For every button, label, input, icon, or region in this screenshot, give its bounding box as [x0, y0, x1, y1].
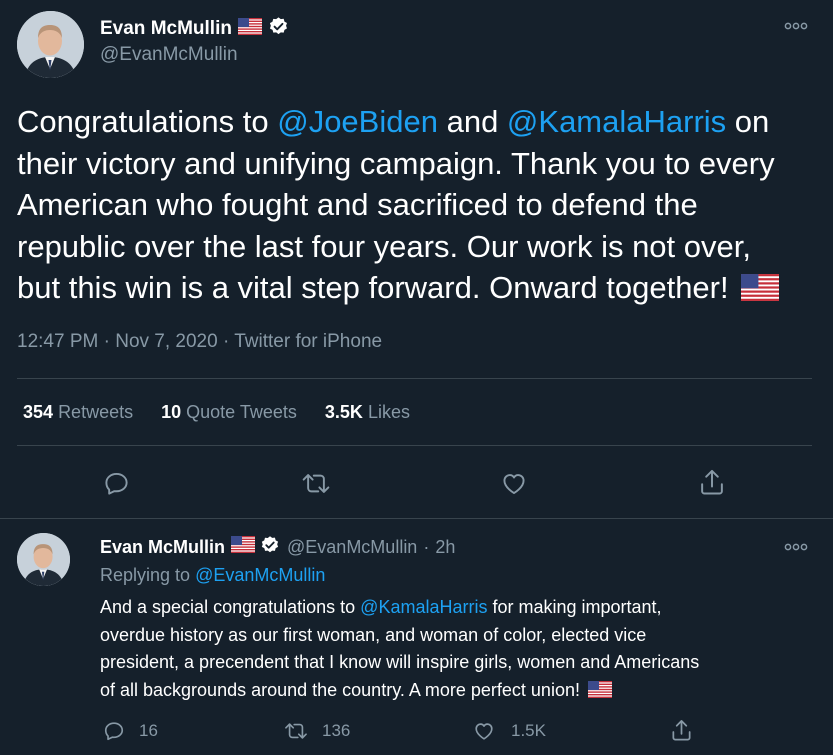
- retweet-button[interactable]: [300, 470, 332, 502]
- mention-link[interactable]: @JoeBiden: [277, 104, 438, 139]
- divider: [17, 445, 812, 446]
- reply-button[interactable]: [103, 470, 130, 502]
- more-button[interactable]: [784, 540, 808, 558]
- share-button[interactable]: [698, 468, 726, 502]
- quote-tweets-stat[interactable]: 10 Quote Tweets: [161, 402, 297, 423]
- replying-to-link[interactable]: @EvanMcMullin: [195, 565, 325, 585]
- text-fragment: on: [726, 104, 770, 139]
- tweet-date[interactable]: Nov 7, 2020: [115, 331, 217, 352]
- reply-button[interactable]: 16: [103, 720, 158, 742]
- author-name[interactable]: Evan McMullin: [100, 18, 232, 40]
- avatar-image: [17, 11, 84, 78]
- verified-icon: [260, 535, 280, 560]
- us-flag-icon: [741, 270, 780, 312]
- like-icon: [475, 723, 493, 740]
- tweet-source[interactable]: Twitter for iPhone: [234, 331, 382, 352]
- retweets-label: Retweets: [58, 402, 134, 422]
- avatar[interactable]: [17, 533, 70, 586]
- tweet-text-line: of all backgrounds around the country. A…: [100, 677, 825, 707]
- tweet-text-line: their victory and unifying campaign. Tha…: [17, 145, 775, 181]
- share-button[interactable]: [670, 718, 693, 748]
- author-header: Evan McMullin: [100, 16, 289, 43]
- more-icon: [784, 543, 808, 551]
- like-button[interactable]: 1.5K: [472, 720, 546, 742]
- text-fragment: but this win is a vital step forward. On…: [17, 270, 729, 305]
- avatar-image: [17, 533, 70, 586]
- divider: [0, 518, 833, 519]
- text-fragment: And a special congratulations to: [100, 597, 361, 617]
- tweet-time[interactable]: 12:47 PM: [17, 331, 98, 352]
- retweet-button[interactable]: 136: [283, 720, 350, 742]
- mention-link[interactable]: @KamalaHarris: [360, 597, 487, 617]
- mention-link[interactable]: @KamalaHarris: [507, 104, 726, 139]
- reply-count: 16: [139, 721, 158, 740]
- text-fragment: of all backgrounds around the country. A…: [100, 679, 580, 700]
- avatar[interactable]: [17, 11, 84, 78]
- text-fragment: and: [437, 104, 507, 139]
- replying-prefix: Replying to: [100, 565, 196, 585]
- tweet-text-line: president, a precendent that I know will…: [100, 652, 700, 672]
- likes-stat[interactable]: 3.5K Likes: [325, 402, 410, 423]
- share-icon: [672, 720, 691, 741]
- author-handle[interactable]: @EvanMcMullin: [100, 44, 238, 66]
- reply-icon: [104, 722, 124, 741]
- retweet-icon: [302, 474, 330, 493]
- tweet-text-line: American who fought and sacrificed to de…: [17, 187, 698, 222]
- retweets-count: 354: [23, 402, 54, 422]
- more-button[interactable]: [784, 19, 808, 37]
- tweet-text-line: And a special congratulations to @Kamala…: [100, 594, 825, 622]
- more-icon: [784, 22, 808, 30]
- author-handle[interactable]: @EvanMcMullin: [287, 537, 417, 558]
- reply-icon: [105, 472, 128, 495]
- reply-text: And a special congratulations to @Kamala…: [100, 594, 825, 706]
- tweet-text-line: Congratulations to @JoeBiden and @Kamala…: [17, 101, 827, 143]
- like-count: 1.5K: [511, 721, 546, 740]
- like-button[interactable]: [500, 470, 528, 502]
- quote-tweets-count: 10: [161, 402, 182, 422]
- us-flag-icon: [231, 536, 256, 558]
- text-fragment: Congratulations to: [17, 104, 278, 139]
- retweets-stat[interactable]: 354 Retweets: [23, 402, 133, 423]
- author-name[interactable]: Evan McMullin: [100, 537, 225, 558]
- tweet-meta: 12:47 PM · Nov 7, 2020 · Twitter for iPh…: [17, 331, 382, 353]
- verified-icon: [268, 16, 289, 43]
- retweet-icon: [285, 723, 307, 739]
- us-flag-icon: [237, 17, 262, 41]
- quote-tweets-label: Quote Tweets: [186, 402, 297, 422]
- tweet-text-line: overdue history as our first woman, and …: [100, 624, 647, 645]
- tweet-text-line: republic over the last four years. Our w…: [17, 228, 751, 264]
- meta-separator: ·: [222, 331, 230, 352]
- likes-label: Likes: [367, 402, 410, 422]
- us-flag-icon: [587, 679, 612, 707]
- likes-count: 3.5K: [324, 402, 363, 422]
- like-icon: [503, 474, 525, 495]
- tweet-stats: 354 Retweets 10 Quote Tweets 3.5K Likes: [23, 402, 410, 423]
- reply-author-header: Evan McMullin @EvanMcMullin · 2h: [100, 535, 455, 560]
- replying-to: Replying to @EvanMcMullin: [100, 565, 325, 586]
- tweet-time[interactable]: 2h: [435, 537, 455, 558]
- divider: [17, 378, 812, 379]
- meta-separator: ·: [423, 536, 430, 557]
- meta-separator: ·: [103, 331, 110, 352]
- share-icon: [701, 469, 723, 495]
- retweet-count: 136: [322, 721, 351, 740]
- text-fragment: for making important,: [487, 597, 662, 617]
- tweet-text: Congratulations to @JoeBiden and @Kamala…: [17, 101, 827, 312]
- tweet-text-line: but this win is a vital step forward. On…: [17, 267, 827, 312]
